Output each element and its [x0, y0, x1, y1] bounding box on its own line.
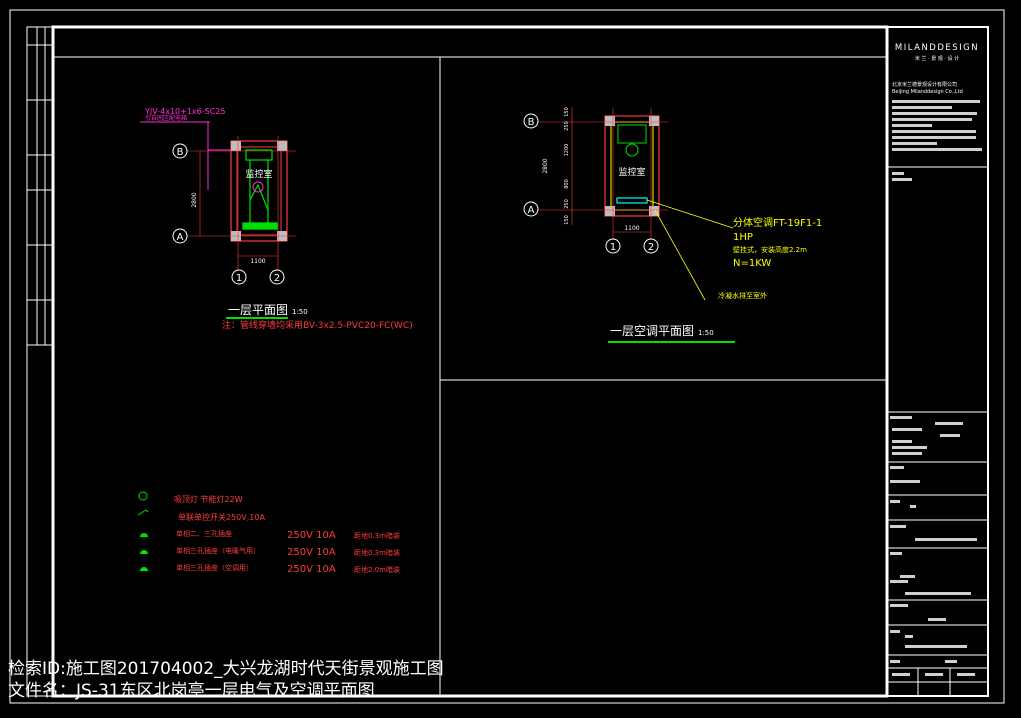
inner-frame [26, 26, 989, 697]
dim-seg: 150 [564, 215, 570, 225]
legend-desc: 单相三孔插座（电暖气用） [176, 546, 260, 555]
left-wiring [242, 149, 278, 230]
legend-desc: 单相二、三孔插座 [176, 529, 232, 538]
right-dim-height: 2800 [542, 158, 549, 173]
dim-seg: 250 [564, 199, 570, 209]
column [605, 116, 615, 126]
legend: 吸顶灯 节能灯22W 单联单控开关250V,10A 单相二、三孔插座 单相三孔插… [137, 491, 400, 575]
legend-switch-icon [137, 509, 149, 516]
dim-seg: 150 [564, 107, 570, 117]
right-plan-scale: 1:50 [698, 329, 714, 337]
company-name-cn: 北京米兰德景观设计有限公司 [892, 81, 957, 88]
unit-power: N=1KW [733, 258, 771, 269]
company-logo: MILANDDESIGN [895, 43, 979, 53]
right-room-label: 监控室 [618, 166, 645, 178]
left-plan-note: 注：管线穿墙均采用BV-3x2.5-PVC20-FC(WC) [222, 319, 413, 331]
dim-seg: 800 [564, 179, 570, 189]
left-dim-width: 1100 [250, 258, 265, 265]
left-dim-height: 2800 [191, 192, 198, 207]
right-wall-inner [610, 121, 654, 211]
column [277, 141, 287, 151]
legend-lamp-icon [138, 491, 148, 501]
legend-desc: 单联单控开关250V,10A [178, 512, 265, 522]
right-aircon-plan: 监控室 分体空调FT-19F1-1 1HP 壁挂式，安装高度2.2m N=1KW… [523, 107, 822, 343]
drawing-area-border [51, 25, 889, 698]
legend-rating: 250V 10A [287, 547, 336, 558]
axis-label-2: 2 [648, 242, 654, 253]
column [605, 206, 615, 216]
legend-socket-ac-icon [140, 567, 148, 571]
legend-desc: 单相三孔插座（空调用） [176, 563, 253, 572]
legend-height: 距地2.0m暗装 [354, 565, 400, 574]
axis-label-1: 1 [236, 273, 242, 284]
left-floor-plan: 监控室 YJV-4x10+1x6-SC25 引自园区配电箱 2800 1100 … [140, 107, 413, 331]
legend-rating: 250V 10A [287, 530, 336, 541]
chair [625, 143, 639, 157]
title-block-fine-print [890, 100, 982, 676]
dim-seg: 1200 [564, 144, 570, 157]
column [649, 116, 659, 126]
pipe-note: 冷凝水排至室外 [718, 291, 767, 300]
legend-height: 距地0.3m暗装 [354, 531, 400, 540]
unit-model: 分体空调FT-19F1-1 [733, 216, 822, 229]
left-room-label: 监控室 [245, 168, 272, 180]
binding-strip [27, 27, 53, 346]
legend-socket-icon [140, 533, 148, 537]
right-plan-title: 一层空调平面图 [610, 324, 694, 338]
drawing-sheet: MILANDDESIGN 米 兰 · 景 观 · 设 计 北京米兰德景观设计有限… [9, 9, 1005, 704]
column [231, 141, 241, 151]
legend-height: 距地0.3m暗装 [354, 548, 400, 557]
unit-note: 壁挂式，安装高度2.2m [733, 245, 807, 254]
legend-desc: 吸顶灯 节能灯22W [174, 494, 243, 504]
axis-label-a: A [177, 232, 184, 243]
aircon-unit-icon [616, 197, 648, 204]
company-name-en: Beijing Milanddesign Co.,Ltd [892, 89, 963, 95]
left-plan-scale: 1:50 [292, 308, 308, 316]
axis-label-a: A [528, 205, 535, 216]
axis-label-2: 2 [274, 273, 280, 284]
unit-type: 1HP [733, 232, 753, 243]
dim-seg: 250 [564, 121, 570, 131]
axis-label-b: B [528, 117, 535, 128]
title-block: MILANDDESIGN 米 兰 · 景 观 · 设 计 北京米兰德景观设计有限… [886, 26, 989, 697]
legend-rating: 250V 10A [287, 564, 336, 575]
right-dim-width: 1100 [624, 225, 639, 232]
company-logo-sub: 米 兰 · 景 观 · 设 计 [915, 55, 959, 62]
axis-label-b: B [177, 147, 184, 158]
desk [617, 124, 647, 144]
cable-sub: 引自园区配电箱 [145, 114, 187, 122]
legend-socket-heater-icon [140, 550, 148, 554]
ceiling-lamp-icon [252, 181, 264, 193]
footer-filename: 文件名：JS-31东区北岗亭一层电气及空调平面图 [8, 681, 375, 701]
left-plan-title: 一层平面图 [228, 303, 288, 317]
axis-label-1: 1 [610, 242, 616, 253]
